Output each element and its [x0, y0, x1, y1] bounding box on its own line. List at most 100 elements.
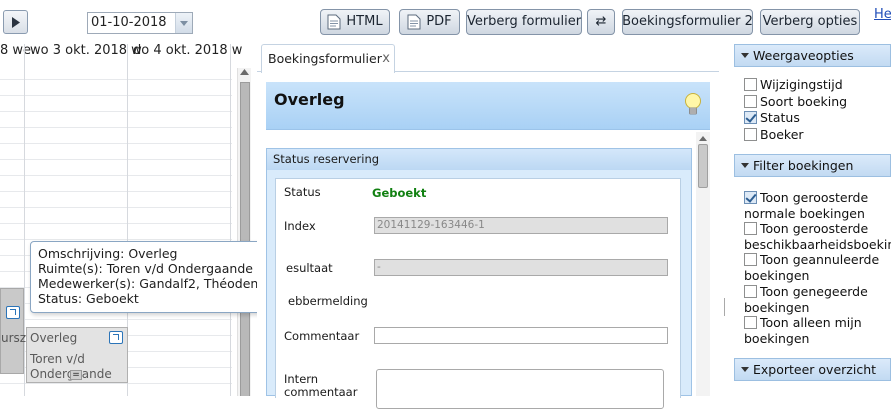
calendar-panel: 8 we wo 3 okt. 2018 w do 4 okt. 2018 w u…: [0, 44, 257, 396]
export-overview-header[interactable]: Exporteer overzicht: [734, 358, 891, 381]
internal-comment-textarea[interactable]: [376, 369, 664, 409]
filter-label-line2: boekingen: [744, 268, 810, 283]
form-title-bar: Overleg: [266, 82, 710, 130]
hide-options-label: Verberg opties: [762, 14, 858, 29]
form-scrollbar[interactable]: [696, 132, 710, 396]
open-external-icon[interactable]: [6, 306, 20, 319]
panel-splitter[interactable]: [719, 44, 734, 396]
checkbox-checked[interactable]: [744, 191, 757, 204]
day-header[interactable]: 8 we: [0, 44, 31, 58]
index-field: 20141129-163446-1: [374, 217, 668, 234]
hide-options-button[interactable]: Verberg opties: [760, 9, 860, 35]
calendar-scrollbar[interactable]: [237, 68, 251, 396]
error-label: ebbermelding: [288, 294, 368, 308]
play-icon: [11, 16, 20, 28]
scrollbar-thumb[interactable]: [240, 82, 250, 396]
lightbulb-icon[interactable]: [684, 92, 702, 118]
html-export-button[interactable]: HTML: [320, 9, 390, 35]
checkbox[interactable]: [744, 316, 757, 329]
day-header[interactable]: wo 3 okt. 2018 w: [30, 44, 142, 58]
tab-label: Boekingsformulier: [268, 51, 382, 66]
tooltip-staff: Medewerker(s): Gandalf2, Théoden Rohan: [38, 276, 257, 291]
booking-form-2-button[interactable]: Boekingsformulier 2: [622, 9, 753, 35]
hide-forms-button[interactable]: Verberg formulier: [466, 9, 582, 35]
checkbox[interactable]: [744, 128, 757, 141]
date-dropdown-button[interactable]: [175, 13, 192, 33]
swap-icon: ⇄: [595, 14, 607, 29]
top-toolbar: 01-10-2018 HTML PDF Verberg formulier ⇄ …: [0, 0, 891, 44]
event-room-line1: Toren v/d: [30, 352, 85, 366]
option-item[interactable]: Soort boeking: [744, 94, 891, 110]
status-section: Status reservering Status Geboekt Index …: [266, 148, 692, 409]
booking-event-partial[interactable]: ursza: [0, 288, 33, 374]
checkbox[interactable]: [744, 253, 757, 266]
day-header[interactable]: do 4 okt. 2018 w: [133, 44, 242, 58]
play-button[interactable]: [3, 10, 28, 34]
booking-form-panel: Boekingsformulier x Overleg Status reser…: [257, 44, 719, 409]
tooltip-status: Status: Geboekt: [38, 291, 139, 306]
date-value: 01-10-2018: [91, 15, 167, 30]
close-icon[interactable]: x: [382, 45, 390, 73]
calendar-day-headers: 8 we wo 3 okt. 2018 w do 4 okt. 2018 w: [0, 44, 242, 64]
tab-booking-form[interactable]: Boekingsformulier x: [261, 44, 395, 73]
status-label: Status: [284, 185, 321, 199]
event-tooltip: Omschrijving: Overleg Ruimte(s): Toren v…: [30, 241, 257, 313]
tooltip-description: Omschrijving: Overleg: [38, 246, 178, 261]
comment-label: Commentaar: [284, 329, 360, 343]
checkbox-checked[interactable]: [744, 111, 757, 124]
display-options-header[interactable]: Weergaveopties: [734, 44, 891, 67]
date-input[interactable]: 01-10-2018: [87, 12, 193, 34]
scroll-up-arrow-icon[interactable]: [240, 68, 249, 76]
filter-item[interactable]: Toon genegeerde boekingen: [744, 284, 891, 316]
filter-bookings-header[interactable]: Filter boekingen: [734, 154, 891, 177]
scrollbar-thumb[interactable]: [698, 144, 708, 188]
chevron-down-icon: [180, 20, 188, 26]
option-item[interactable]: Status: [744, 110, 891, 126]
option-label: Wijzigingstijd: [760, 77, 843, 92]
filter-label-line2: beschikbaarheidsboeking: [744, 237, 891, 252]
filter-label-line2: normale boekingen: [744, 206, 865, 221]
filter-item[interactable]: Toon geroosterde beschikbaarheidsboeking: [744, 221, 891, 253]
filter-item[interactable]: Toon geroosterde normale boekingen: [744, 190, 891, 222]
filter-label-line1: Toon alleen mijn: [760, 315, 862, 330]
status-value: Geboekt: [372, 186, 427, 200]
document-icon: [407, 14, 421, 30]
option-item[interactable]: Boeker: [744, 127, 891, 143]
options-panel: Weergaveopties Wijzigingstijd Soort boek…: [734, 44, 891, 396]
checkbox[interactable]: [744, 78, 757, 91]
document-icon: [327, 14, 341, 30]
open-external-icon[interactable]: [109, 331, 123, 344]
hide-forms-label: Verberg formulier: [466, 14, 582, 29]
filter-item[interactable]: Toon geannuleerde boekingen: [744, 252, 891, 284]
filter-label-line1: Toon geroosterde: [760, 221, 869, 236]
index-label: Index: [284, 219, 316, 233]
result-label: esultaat: [286, 261, 333, 275]
filter-label-line1: Toon geroosterde: [760, 190, 869, 205]
checkbox[interactable]: [744, 95, 757, 108]
scroll-up-arrow-icon[interactable]: [699, 135, 707, 142]
help-link[interactable]: He: [874, 7, 891, 22]
comment-input[interactable]: [374, 327, 668, 344]
swap-button[interactable]: ⇄: [587, 9, 615, 35]
internal-comment-label-2: commentaar: [284, 385, 358, 399]
checkbox[interactable]: [744, 222, 757, 235]
pdf-button-label: PDF: [426, 14, 452, 29]
html-button-label: HTML: [346, 14, 383, 29]
option-item[interactable]: Wijzigingstijd: [744, 77, 891, 93]
filter-item[interactable]: Toon alleen mijn boekingen: [744, 315, 891, 347]
filter-label-line1: Toon geannuleerde: [760, 252, 880, 267]
section-legend: Status reservering: [267, 148, 691, 170]
event-resize-grip[interactable]: =: [70, 370, 82, 380]
filter-label-line2: boekingen: [744, 331, 810, 346]
option-label: Status: [760, 110, 800, 125]
splitter-grip[interactable]: [724, 298, 726, 316]
booking-form-2-label: Boekingsformulier 2: [622, 14, 753, 29]
checkbox[interactable]: [744, 285, 757, 298]
option-label: Soort boeking: [760, 94, 848, 109]
pdf-export-button[interactable]: PDF: [399, 9, 460, 35]
form-title: Overleg: [274, 90, 345, 109]
filter-label-line1: Toon genegeerde: [760, 284, 868, 299]
day-divider: [230, 44, 231, 396]
tooltip-rooms: Ruimte(s): Toren v/d Ondergaande Zon: [38, 261, 257, 276]
section-body: Status Geboekt Index 20141129-163446-1 e…: [275, 178, 681, 409]
